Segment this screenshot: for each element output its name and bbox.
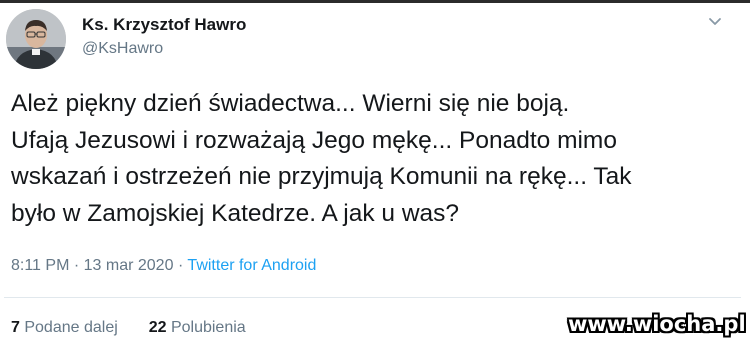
divider [4,297,741,298]
author-handle[interactable]: @KsHawro [82,40,163,58]
top-edge-bar [0,0,750,3]
meta-separator: · [177,257,184,274]
meta-separator: · [73,257,80,274]
tweet-line: Ależ piękny dzień świadectwa... Wierni s… [11,90,570,117]
tweet-meta: 8:11 PM · 13 mar 2020 · Twitter for Andr… [11,257,316,275]
tweet-source-link[interactable]: Twitter for Android [187,257,316,274]
chevron-down-icon[interactable] [704,14,726,30]
likes-stat[interactable]: 22 Polubienia [149,319,246,336]
tweet-line: wskazań i ostrzeżeń nie przyjmują Komuni… [11,163,632,190]
profile-photo [6,9,66,69]
tweet-time[interactable]: 8:11 PM [11,257,69,274]
retweets-count: 7 [11,319,20,336]
author-name[interactable]: Ks. Krzysztof Hawro [82,15,246,35]
tweet-text: Ależ piękny dzień świadectwa... Wierni s… [11,86,731,232]
likes-label: Polubienia [170,319,246,336]
tweet-line: Ufają Jezusowi i rozważają Jego mękę... … [11,126,617,154]
watermark: www.wiocha.pl [568,312,746,336]
retweets-stat[interactable]: 7 Podane dalej [11,319,122,336]
tweet-date[interactable]: 13 mar 2020 [84,257,174,274]
retweets-label: Podane dalej [24,319,118,336]
likes-count: 22 [148,319,167,336]
tweet-stats: 7 Podane dalej 22 Polubienia [11,319,246,337]
avatar[interactable] [6,9,66,69]
tweet-line: było w Zamojskiej Katedrze. A jak u was? [11,199,460,227]
